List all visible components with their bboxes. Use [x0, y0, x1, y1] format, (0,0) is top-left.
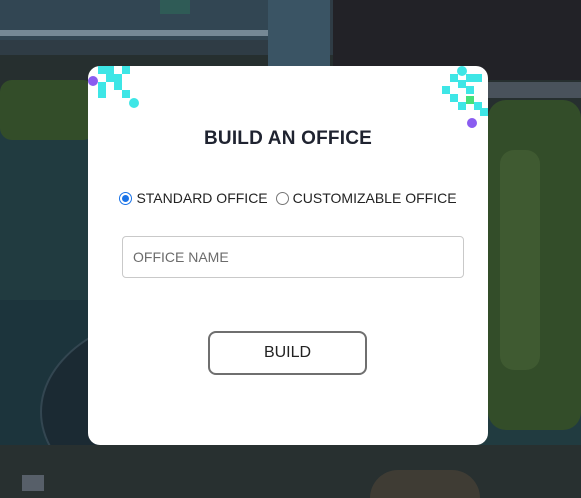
customizable-office-radio[interactable] [275, 191, 289, 205]
customizable-office-label: CUSTOMIZABLE OFFICE [292, 190, 457, 206]
customizable-office-option[interactable]: CUSTOMIZABLE OFFICE [275, 190, 457, 206]
standard-office-label: STANDARD OFFICE [136, 190, 268, 206]
pixel-decoration-icon [88, 66, 148, 116]
dialog-title: BUILD AN OFFICE [203, 128, 372, 149]
build-button[interactable]: BUILD [208, 331, 367, 375]
office-type-radio-group: STANDARD OFFICE CUSTOMIZABLE OFFICE [88, 190, 488, 206]
build-office-dialog: BUILD AN OFFICE STANDARD OFFICE CUSTOMIZ… [88, 66, 488, 445]
office-name-input[interactable] [122, 236, 464, 278]
standard-office-option[interactable]: STANDARD OFFICE [119, 190, 268, 206]
pixel-decoration-icon [433, 66, 488, 131]
standard-office-radio[interactable] [119, 191, 133, 205]
